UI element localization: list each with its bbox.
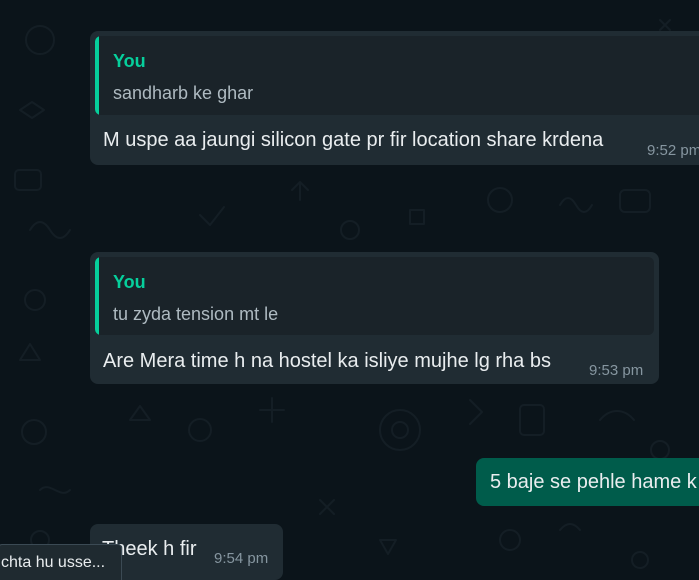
- message-timestamp: 9:54 pm: [214, 550, 269, 567]
- chat-message-area[interactable]: You sandharb ke ghar M uspe aa jaungi si…: [0, 0, 699, 580]
- message-bubble-incoming[interactable]: You tu zyda tension mt le Are Mera time …: [90, 252, 659, 384]
- quote-accent-bar: [95, 36, 99, 115]
- quote-accent-bar: [95, 257, 99, 335]
- message-text: Are Mera time h na hostel ka isliye mujh…: [103, 350, 551, 372]
- quote-author: You: [113, 51, 146, 71]
- quoted-message[interactable]: You tu zyda tension mt le: [95, 257, 654, 335]
- quote-author: You: [113, 272, 146, 292]
- message-text: 5 baje se pehle hame k: [490, 471, 697, 493]
- message-bubble-incoming[interactable]: You sandharb ke ghar M uspe aa jaungi si…: [90, 31, 699, 165]
- quote-text: tu zyda tension mt le: [113, 304, 279, 324]
- message-text: M uspe aa jaungi silicon gate pr fir loc…: [103, 129, 604, 151]
- quote-text: sandharb ke ghar: [113, 83, 254, 103]
- message-timestamp: 9:52 pm: [647, 142, 699, 159]
- message-bubble-outgoing[interactable]: 5 baje se pehle hame k: [476, 458, 699, 506]
- message-preview-tooltip: chta hu usse...: [0, 544, 122, 580]
- quoted-message[interactable]: You sandharb ke ghar: [95, 36, 699, 115]
- message-timestamp: 9:53 pm: [589, 362, 644, 379]
